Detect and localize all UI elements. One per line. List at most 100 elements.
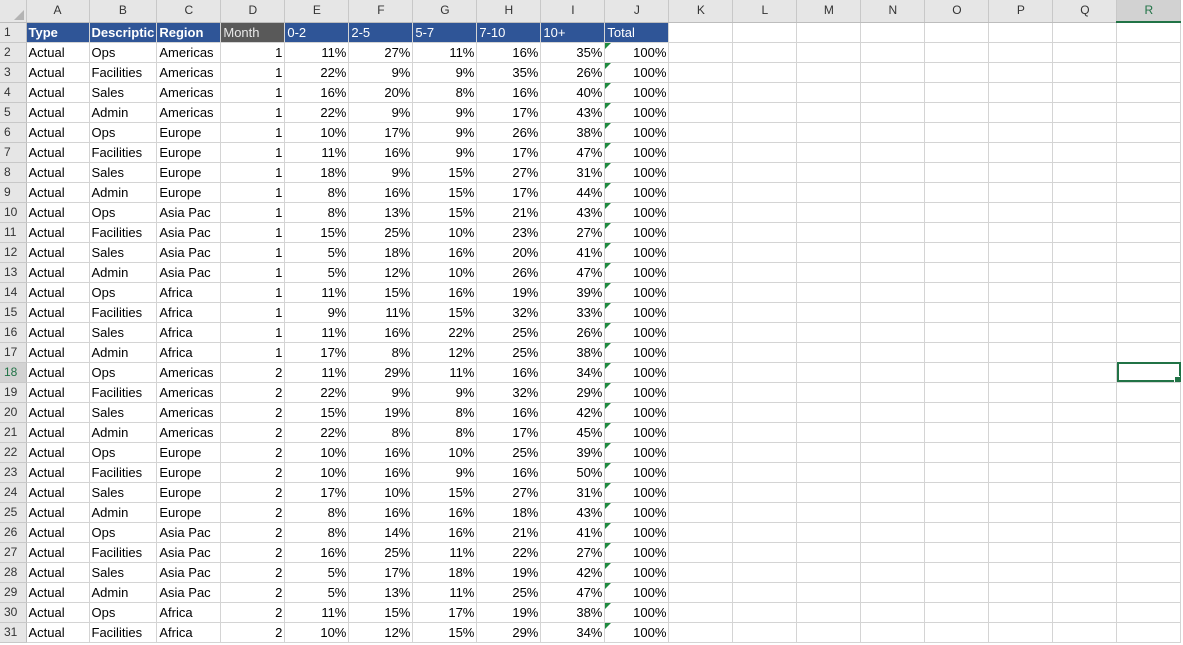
cell-total[interactable]: 100% <box>604 522 670 543</box>
cell-b4[interactable]: 27% <box>476 162 542 183</box>
cell[interactable] <box>1052 222 1118 243</box>
cell-desc[interactable]: Admin <box>89 422 158 443</box>
cell[interactable] <box>732 442 798 463</box>
cell-b5[interactable]: 43% <box>540 202 606 223</box>
cell[interactable] <box>924 162 990 183</box>
cell-b5[interactable]: 47% <box>540 142 606 163</box>
cell-b1[interactable]: 17% <box>284 482 350 503</box>
row-header[interactable]: 23 <box>0 462 27 483</box>
cell-b1[interactable]: 8% <box>284 202 350 223</box>
cell[interactable] <box>1116 542 1182 563</box>
cell-b3[interactable]: 8% <box>412 422 478 443</box>
cell[interactable] <box>860 522 926 543</box>
cell[interactable] <box>796 262 862 283</box>
cell-b5[interactable]: 27% <box>540 222 606 243</box>
cell[interactable] <box>988 322 1054 343</box>
cell-region[interactable]: Asia Pac <box>156 582 222 603</box>
cell[interactable] <box>1116 282 1182 303</box>
cell-b1[interactable]: 5% <box>284 562 350 583</box>
cell[interactable] <box>668 342 734 363</box>
cell-region[interactable]: Europe <box>156 142 222 163</box>
cell[interactable] <box>732 162 798 183</box>
cell-type[interactable]: Actual <box>26 562 90 583</box>
cell-total[interactable]: 100% <box>604 42 670 63</box>
cell-total[interactable]: 100% <box>604 142 670 163</box>
cell-total[interactable]: 100% <box>604 282 670 303</box>
row-header[interactable]: 14 <box>0 282 27 303</box>
cell[interactable] <box>668 222 734 243</box>
cell-month[interactable]: 2 <box>220 362 286 383</box>
cell[interactable] <box>1116 522 1182 543</box>
cell-month[interactable]: 1 <box>220 302 286 323</box>
cell-b2[interactable]: 17% <box>348 122 414 143</box>
cell-month[interactable]: 2 <box>220 542 286 563</box>
cell[interactable] <box>1052 342 1118 363</box>
cell-b2[interactable]: 18% <box>348 242 414 263</box>
cell-b5[interactable]: 26% <box>540 62 606 83</box>
cell[interactable] <box>1116 622 1182 643</box>
cell[interactable] <box>732 422 798 443</box>
cell[interactable] <box>668 462 734 483</box>
cell-region[interactable]: Africa <box>156 302 222 323</box>
cell-month[interactable]: 2 <box>220 582 286 603</box>
cell[interactable] <box>796 202 862 223</box>
cell-desc[interactable]: Sales <box>89 242 158 263</box>
cell[interactable] <box>860 382 926 403</box>
cell[interactable] <box>988 582 1054 603</box>
cell[interactable] <box>1052 382 1118 403</box>
cell-b2[interactable]: 14% <box>348 522 414 543</box>
cell[interactable] <box>796 122 862 143</box>
cell[interactable] <box>924 362 990 383</box>
cell-b4[interactable]: 16% <box>476 362 542 383</box>
cell[interactable] <box>1116 202 1182 223</box>
cell-b2[interactable]: 16% <box>348 442 414 463</box>
cell-month[interactable]: 1 <box>220 282 286 303</box>
row-header[interactable]: 9 <box>0 182 27 203</box>
cell[interactable] <box>988 502 1054 523</box>
cell[interactable] <box>668 402 734 423</box>
cell[interactable] <box>796 362 862 383</box>
cell[interactable] <box>1052 442 1118 463</box>
cell[interactable] <box>796 622 862 643</box>
cell-total[interactable]: 100% <box>604 222 670 243</box>
cell[interactable] <box>796 482 862 503</box>
cell-type[interactable]: Actual <box>26 282 90 303</box>
cell-b4[interactable]: 19% <box>476 282 542 303</box>
column-header-f[interactable]: F <box>348 0 414 23</box>
cell[interactable] <box>1052 602 1118 623</box>
cell-total[interactable]: 100% <box>604 162 670 183</box>
row-header[interactable]: 4 <box>0 82 27 103</box>
cell-type[interactable]: Actual <box>26 222 90 243</box>
cell-b4[interactable]: 32% <box>476 382 542 403</box>
column-header-i[interactable]: I <box>540 0 606 23</box>
cell[interactable] <box>1116 102 1182 123</box>
cell[interactable] <box>988 282 1054 303</box>
cell[interactable] <box>732 542 798 563</box>
cell-total[interactable]: 100% <box>604 122 670 143</box>
cell-b1[interactable]: 15% <box>284 222 350 243</box>
cell[interactable] <box>860 402 926 423</box>
cell-b1[interactable]: 10% <box>284 442 350 463</box>
cell-month[interactable]: 1 <box>220 42 286 63</box>
header-bucket-2-5[interactable]: 2-5 <box>348 22 414 43</box>
cell-region[interactable]: Europe <box>156 502 222 523</box>
cell[interactable] <box>1116 342 1182 363</box>
cell-b3[interactable]: 16% <box>412 282 478 303</box>
cell[interactable] <box>668 482 734 503</box>
cell-month[interactable]: 2 <box>220 562 286 583</box>
cell[interactable] <box>1052 122 1118 143</box>
cell-b5[interactable]: 29% <box>540 382 606 403</box>
cell[interactable] <box>860 302 926 323</box>
cell[interactable] <box>732 402 798 423</box>
cell-total[interactable]: 100% <box>604 82 670 103</box>
cell-type[interactable]: Actual <box>26 422 90 443</box>
cell[interactable] <box>924 542 990 563</box>
cell[interactable] <box>1052 22 1118 43</box>
cell[interactable] <box>668 302 734 323</box>
row-header[interactable]: 30 <box>0 602 27 623</box>
cell[interactable] <box>668 422 734 443</box>
row-header[interactable]: 12 <box>0 242 27 263</box>
cell[interactable] <box>732 102 798 123</box>
cell[interactable] <box>860 242 926 263</box>
cell[interactable] <box>668 622 734 643</box>
